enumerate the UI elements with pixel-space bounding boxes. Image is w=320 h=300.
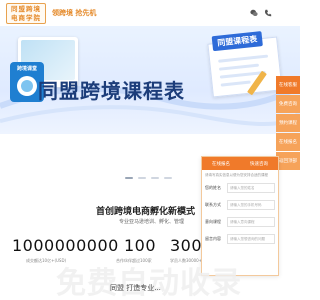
watermark-text: 免费自动收录 bbox=[56, 266, 242, 300]
stat-number: 1000000000 bbox=[12, 236, 119, 255]
course-logo-label: 跨境课堂 bbox=[16, 66, 37, 72]
side-item-online-service[interactable]: 在线客服 bbox=[276, 76, 300, 94]
form-row-course: 意向课程 请输入意向课程 bbox=[205, 215, 275, 229]
carousel-indicators bbox=[125, 177, 172, 179]
tab-quick-consult[interactable]: 快速咨询 bbox=[240, 157, 278, 170]
phone-input[interactable]: 请输入您的手机号码 bbox=[227, 200, 275, 210]
doc-line bbox=[220, 80, 251, 87]
phone-icon[interactable] bbox=[264, 9, 272, 17]
side-item-back-to-top[interactable]: 返回顶部 bbox=[276, 152, 300, 170]
field-label: 您的姓名 bbox=[205, 185, 221, 190]
doc-line bbox=[218, 54, 269, 63]
site-header: 同盟跨境 电商学院 领跨境 抢先机 bbox=[0, 0, 300, 26]
side-item-signup[interactable]: 在线报名 bbox=[276, 133, 300, 151]
form-row-name: 您的姓名 请输入您的姓名 bbox=[205, 181, 275, 195]
field-label: 留言内容 bbox=[205, 236, 221, 241]
carousel-dot[interactable] bbox=[138, 177, 146, 179]
wechat-icon[interactable] bbox=[250, 9, 258, 17]
header-icons bbox=[250, 9, 272, 17]
section-subtitle: 专业亚马逊培训、孵化、管理 bbox=[119, 219, 185, 225]
name-input[interactable]: 请输入您的姓名 bbox=[227, 183, 275, 193]
logo-text: 同盟跨境 电商学院 bbox=[11, 5, 41, 22]
doc-line bbox=[218, 63, 260, 71]
carousel-dot[interactable] bbox=[125, 177, 133, 179]
field-label: 意向课程 bbox=[205, 219, 221, 224]
banner-title: 同盟跨境课程表 bbox=[38, 79, 185, 103]
tab-online-signup[interactable]: 在线报名 bbox=[202, 157, 240, 170]
carousel-dot[interactable] bbox=[151, 177, 159, 179]
form-row-message: 留言内容 请输入您想咨询的问题 bbox=[205, 232, 275, 246]
side-item-book-course[interactable]: 预约课程 bbox=[276, 114, 300, 132]
message-input[interactable]: 请输入您想咨询的问题 bbox=[227, 234, 275, 244]
stat-number: 100 bbox=[124, 236, 157, 255]
bottom-text-fragment: 同盟 打造专业... bbox=[110, 284, 161, 292]
carousel-dot[interactable] bbox=[164, 177, 172, 179]
form-row-contact: 联系方式 请输入您的手机号码 bbox=[205, 198, 275, 212]
form-hint: 请填写真实信息以便为您安排合适的课程 bbox=[205, 173, 268, 177]
schedule-document-illustration: 同盟课程表 bbox=[207, 31, 283, 98]
course-input[interactable]: 请输入意向课程 bbox=[227, 217, 275, 227]
field-label: 联系方式 bbox=[205, 202, 221, 207]
site-logo[interactable]: 同盟跨境 电商学院 bbox=[6, 3, 46, 24]
brand-slogan: 领跨境 抢先机 bbox=[52, 9, 97, 17]
side-item-free-consult[interactable]: 免费咨询 bbox=[276, 95, 300, 113]
side-float-menu: 在线客服 免费咨询 预约课程 在线报名 返回顶部 bbox=[276, 76, 300, 170]
section-title: 首创跨境电商孵化新模式 bbox=[96, 207, 196, 217]
form-tabs: 在线报名 快速咨询 bbox=[202, 157, 278, 170]
hero-banner[interactable]: 跨境课堂 同盟跨境课程表 同盟课程表 bbox=[0, 26, 300, 134]
